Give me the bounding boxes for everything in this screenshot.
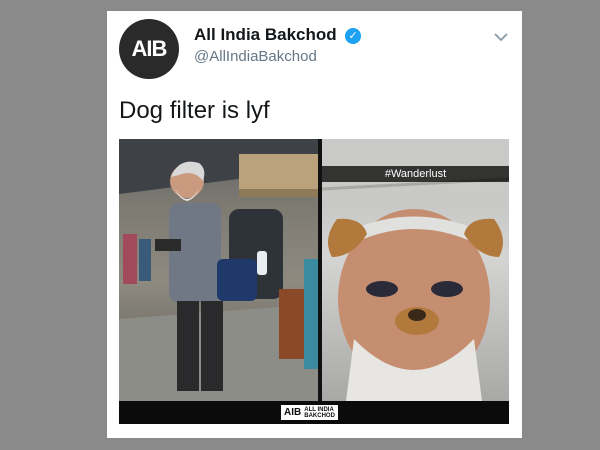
watermark-logo: AIB (284, 407, 302, 418)
display-name[interactable]: All India Bakchod (194, 25, 337, 45)
tweet-header: AIB All India Bakchod ✓ @AllIndiaBakchod (119, 19, 511, 79)
tweet-media[interactable]: #Wanderlust AIB ALL INDIA BAKCHOD (119, 139, 509, 424)
photo-dog-filter-selfie: #Wanderlust (322, 139, 509, 401)
tweet-text: Dog filter is lyf (119, 97, 270, 124)
media-watermark-bar: AIB ALL INDIA BAKCHOD (119, 401, 509, 424)
author-names: All India Bakchod ✓ @AllIndiaBakchod (194, 25, 362, 65)
handle[interactable]: @AllIndiaBakchod (194, 48, 361, 65)
snap-caption: #Wanderlust (322, 166, 509, 182)
watermark-line-1: ALL INDIA (304, 406, 334, 413)
photo-man-at-station (119, 139, 318, 401)
avatar[interactable]: AIB (119, 19, 179, 79)
aib-watermark: AIB ALL INDIA BAKCHOD (281, 405, 338, 420)
tweet-card: AIB All India Bakchod ✓ @AllIndiaBakchod… (107, 11, 522, 438)
watermark-text: ALL INDIA BAKCHOD (304, 407, 335, 419)
chevron-down-icon[interactable] (493, 29, 509, 45)
watermark-line-2: BAKCHOD (304, 412, 335, 419)
verified-badge-icon: ✓ (345, 28, 362, 44)
avatar-logo: AIB (131, 36, 168, 61)
